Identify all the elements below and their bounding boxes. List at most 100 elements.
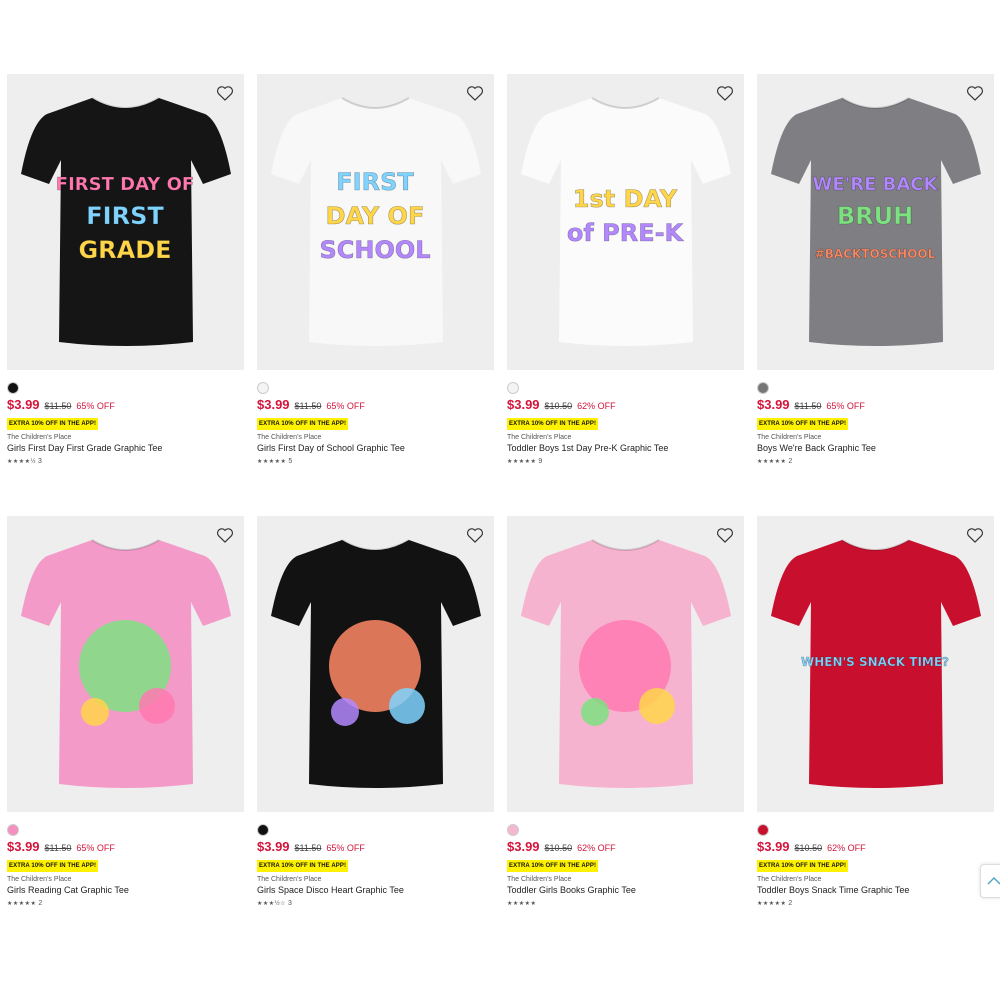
review-count: 2 bbox=[788, 900, 793, 907]
product-title-link[interactable]: Girls Reading Cat Graphic Tee bbox=[7, 885, 244, 895]
color-swatch[interactable] bbox=[7, 382, 19, 394]
favorite-button[interactable] bbox=[714, 524, 736, 546]
product-card[interactable]: $3.99 $11.50 65% OFF EXTRA 10% OFF IN THE A… bbox=[7, 516, 244, 907]
app-promo-badge: EXTRA 10% OFF IN THE APP! bbox=[7, 860, 99, 872]
product-title-link[interactable]: Girls First Day First Grade Graphic Tee bbox=[7, 443, 244, 453]
color-swatch[interactable] bbox=[257, 382, 269, 394]
price-row: $3.99 $11.50 65% OFF bbox=[757, 397, 994, 412]
sale-price: $3.99 bbox=[507, 839, 540, 854]
favorite-button[interactable] bbox=[964, 82, 986, 104]
favorite-button[interactable] bbox=[714, 82, 736, 104]
rating[interactable]: ★★★★★ 2 bbox=[757, 900, 994, 907]
sale-price: $3.99 bbox=[7, 839, 40, 854]
brand-name: The Children's Place bbox=[757, 876, 822, 883]
product-card[interactable]: FIRST DAY OF SCHOOL $3.99 $11.50 65% OFF EXTRA… bbox=[257, 74, 494, 465]
favorite-button[interactable] bbox=[964, 524, 986, 546]
color-swatch[interactable] bbox=[757, 824, 769, 836]
product-photo[interactable]: WE'RE BACK BRUH #BACKTOSCHOOL bbox=[757, 74, 994, 370]
app-promo-badge: EXTRA 10% OFF IN THE APP! bbox=[257, 418, 349, 430]
price-row: $3.99 $10.50 62% OFF bbox=[507, 397, 744, 412]
product-card[interactable]: WE'RE BACK BRUH #BACKTOSCHOOL $3.99 $11.50 65… bbox=[757, 74, 994, 465]
star-rating-icon: ★★★★★ bbox=[507, 901, 537, 907]
product-card[interactable]: WHEN'S SNACK TIME? $3.99 $10.50 62% OFF EXTR… bbox=[757, 516, 994, 907]
rating[interactable]: ★★★★½ 3 bbox=[7, 458, 244, 465]
review-count: 9 bbox=[538, 458, 543, 465]
product-card[interactable]: $3.99 $10.50 62% OFF EXTRA 10% OFF IN THE A… bbox=[507, 516, 744, 907]
shirt-graphic-text: FIRST bbox=[86, 202, 164, 230]
price-row: $3.99 $10.50 62% OFF bbox=[757, 839, 994, 854]
original-price: $11.50 bbox=[294, 843, 322, 853]
rating[interactable]: ★★★★★ 9 bbox=[507, 458, 744, 465]
product-card[interactable]: $3.99 $11.50 65% OFF EXTRA 10% OFF IN THE A… bbox=[257, 516, 494, 907]
product-image[interactable]: WE'RE BACK BRUH #BACKTOSCHOOL bbox=[757, 74, 994, 370]
shirt-graphic-text: of PRE-K bbox=[567, 219, 685, 247]
product-image[interactable]: 1st DAY of PRE-K bbox=[507, 74, 744, 370]
review-count: 2 bbox=[788, 458, 793, 465]
product-title-link[interactable]: Girls First Day of School Graphic Tee bbox=[257, 443, 494, 453]
brand-name: The Children's Place bbox=[257, 434, 322, 441]
scroll-to-top-button[interactable] bbox=[980, 864, 1000, 898]
product-image[interactable]: FIRST DAY OF SCHOOL bbox=[257, 74, 494, 370]
product-photo[interactable]: FIRST DAY OF FIRST GRADE bbox=[7, 74, 244, 370]
heart-outline-icon bbox=[466, 86, 484, 101]
color-swatch[interactable] bbox=[507, 382, 519, 394]
color-swatch[interactable] bbox=[757, 382, 769, 394]
favorite-button[interactable] bbox=[464, 524, 486, 546]
review-count: 5 bbox=[288, 458, 293, 465]
original-price: $10.50 bbox=[544, 401, 573, 411]
app-promo-badge: EXTRA 10% OFF IN THE APP! bbox=[757, 418, 849, 430]
discount-label: 62% OFF bbox=[577, 401, 616, 411]
star-rating-icon: ★★★★½ bbox=[7, 459, 37, 465]
product-photo[interactable] bbox=[7, 516, 244, 812]
product-image[interactable] bbox=[507, 516, 744, 812]
chevron-up-icon bbox=[987, 877, 1000, 885]
product-photo[interactable] bbox=[257, 516, 494, 812]
color-swatch[interactable] bbox=[257, 824, 269, 836]
heart-outline-icon bbox=[966, 86, 984, 101]
product-title-link[interactable]: Girls Space Disco Heart Graphic Tee bbox=[257, 885, 494, 895]
brand-name: The Children's Place bbox=[257, 876, 322, 883]
original-price: $11.50 bbox=[794, 401, 822, 411]
brand-name: The Children's Place bbox=[507, 876, 572, 883]
price-row: $3.99 $11.50 65% OFF bbox=[257, 839, 494, 854]
favorite-button[interactable] bbox=[214, 524, 236, 546]
sale-price: $3.99 bbox=[507, 397, 540, 412]
product-card[interactable]: 1st DAY of PRE-K $3.99 $10.50 62% OFF EXTRA 1… bbox=[507, 74, 744, 465]
rating[interactable]: ★★★★★ 2 bbox=[7, 900, 244, 907]
rating[interactable]: ★★★★★ bbox=[507, 900, 744, 907]
product-title-link[interactable]: Boys We're Back Graphic Tee bbox=[757, 443, 994, 453]
product-image[interactable]: WHEN'S SNACK TIME? bbox=[757, 516, 994, 812]
sale-price: $3.99 bbox=[7, 397, 40, 412]
rating[interactable]: ★★★★★ 5 bbox=[257, 458, 494, 465]
favorite-button[interactable] bbox=[214, 82, 236, 104]
product-image[interactable]: FIRST DAY OF FIRST GRADE bbox=[7, 74, 244, 370]
price-row: $3.99 $11.50 65% OFF bbox=[7, 839, 244, 854]
product-photo[interactable]: FIRST DAY OF SCHOOL bbox=[257, 74, 494, 370]
color-swatch[interactable] bbox=[507, 824, 519, 836]
shirt-graphic: WHEN'S SNACK TIME? bbox=[801, 655, 950, 670]
product-image[interactable] bbox=[7, 516, 244, 812]
original-price: $10.50 bbox=[544, 843, 573, 853]
review-count: 3 bbox=[288, 900, 292, 907]
product-title-link[interactable]: Toddler Boys 1st Day Pre-K Graphic Tee bbox=[507, 443, 744, 453]
brand-name: The Children's Place bbox=[7, 434, 72, 441]
product-photo[interactable]: 1st DAY of PRE-K bbox=[507, 74, 744, 370]
discount-label: 62% OFF bbox=[827, 843, 866, 853]
color-swatch[interactable] bbox=[7, 824, 19, 836]
original-price: $11.50 bbox=[294, 401, 322, 411]
rating[interactable]: ★★★★★ 2 bbox=[757, 458, 994, 465]
heart-outline-icon bbox=[716, 86, 734, 101]
product-title-link[interactable]: Toddler Boys Snack Time Graphic Tee bbox=[757, 885, 994, 895]
discount-label: 65% OFF bbox=[326, 843, 365, 853]
product-photo[interactable]: WHEN'S SNACK TIME? bbox=[757, 516, 994, 812]
product-title-link[interactable]: Toddler Girls Books Graphic Tee bbox=[507, 885, 744, 895]
favorite-button[interactable] bbox=[464, 82, 486, 104]
price-row: $3.99 $11.50 65% OFF bbox=[257, 397, 494, 412]
product-card[interactable]: FIRST DAY OF FIRST GRADE $3.99 $11.50 65% OFF… bbox=[7, 74, 244, 465]
original-price: $10.50 bbox=[794, 843, 823, 853]
product-photo[interactable] bbox=[507, 516, 744, 812]
shirt-graphic-text: GRADE bbox=[78, 236, 171, 264]
sale-price: $3.99 bbox=[757, 397, 790, 412]
product-image[interactable] bbox=[257, 516, 494, 812]
rating[interactable]: ★★★½☆ 3 bbox=[257, 900, 494, 907]
